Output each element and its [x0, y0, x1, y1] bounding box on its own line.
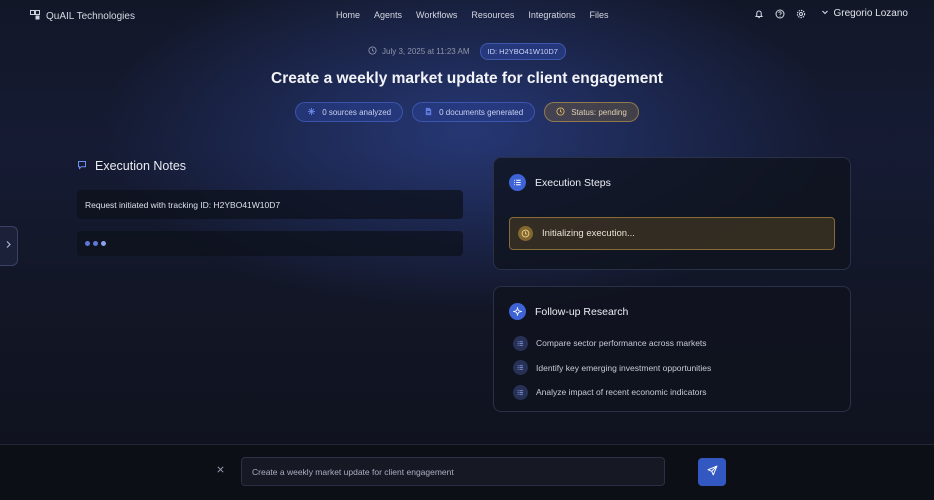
status-badge: Status: pending — [544, 102, 639, 122]
typing-dot — [85, 241, 90, 246]
sources-text: 0 sources analyzed — [322, 107, 392, 117]
status-text: Status: pending — [571, 107, 627, 117]
settings-icon[interactable] — [796, 8, 807, 19]
close-icon[interactable] — [216, 463, 225, 477]
current-step: Initializing execution... — [509, 217, 835, 250]
send-button[interactable] — [698, 458, 726, 486]
steps-heading: Execution Steps — [509, 174, 611, 191]
note-text: Request initiated with tracking ID: H2YB… — [85, 199, 281, 210]
page-title: Create a weekly market update for client… — [271, 70, 663, 87]
send-icon — [707, 463, 718, 481]
typing-dot — [93, 241, 98, 246]
nav-actions: Gregorio Lozano — [754, 8, 909, 19]
note-item: Request initiated with tracking ID: H2YB… — [77, 190, 463, 219]
typing-indicator — [77, 231, 463, 256]
nav-link-workflows[interactable]: Workflows — [416, 10, 457, 20]
followup-title: Follow-up Research — [535, 305, 629, 318]
date-text: July 3, 2025 at 11:23 AM — [382, 47, 470, 56]
user-name: Gregorio Lozano — [833, 8, 909, 19]
sidebar-toggle[interactable] — [0, 226, 18, 266]
task-id-badge: ID: H2YBO41W10D7 — [479, 43, 566, 60]
task-date: July 3, 2025 at 11:23 AM — [368, 46, 470, 57]
execution-steps-card: Execution Steps Initializing execution..… — [493, 157, 851, 270]
followup-list: Compare sector performance across market… — [513, 331, 711, 405]
nav-link-home[interactable]: Home — [336, 10, 360, 20]
top-navigation: QuAIL Technologies Home Agents Workflows… — [0, 0, 934, 32]
prompt-text: Create a weekly market update for client… — [252, 466, 454, 477]
nav-link-agents[interactable]: Agents — [374, 10, 402, 20]
followup-item[interactable]: Identify key emerging investment opportu… — [513, 356, 711, 381]
brand-name: QuAIL Technologies — [46, 11, 135, 22]
sources-icon — [307, 107, 316, 118]
logo-icon — [30, 10, 40, 23]
clock-icon — [368, 46, 377, 57]
task-meta: July 3, 2025 at 11:23 AM ID: H2YBO41W10D… — [0, 43, 934, 60]
prompt-input[interactable]: Create a weekly market update for client… — [241, 457, 665, 486]
list-icon — [513, 384, 528, 400]
followup-item[interactable]: Compare sector performance across market… — [513, 331, 711, 356]
nav-link-integrations[interactable]: Integrations — [528, 10, 575, 20]
chat-icon — [77, 159, 87, 173]
chevron-right-icon — [5, 240, 12, 252]
documents-badge: 0 documents generated — [412, 102, 536, 122]
followup-text: Identify key emerging investment opportu… — [536, 362, 712, 373]
brand[interactable]: QuAIL Technologies — [30, 10, 135, 23]
clock-icon — [518, 226, 533, 241]
nav-link-files[interactable]: Files — [589, 10, 608, 20]
steps-title: Execution Steps — [535, 176, 611, 189]
sparkle-icon — [509, 303, 526, 320]
documents-text: 0 documents generated — [439, 107, 524, 117]
notes-heading: Execution Notes — [77, 159, 186, 173]
help-icon[interactable] — [775, 8, 786, 19]
sources-badge: 0 sources analyzed — [295, 102, 404, 122]
chevron-down-icon — [821, 8, 829, 19]
clock-icon — [556, 106, 565, 118]
notes-title: Execution Notes — [95, 159, 187, 173]
nav-link-resources[interactable]: Resources — [471, 10, 514, 20]
list-icon — [513, 335, 528, 351]
followup-text: Compare sector performance across market… — [536, 338, 707, 349]
typing-dot — [101, 241, 106, 246]
nav-links: Home Agents Workflows Resources Integrat… — [336, 10, 622, 20]
user-menu[interactable]: Gregorio Lozano — [821, 8, 909, 19]
followup-item[interactable]: Analyze impact of recent economic indica… — [513, 380, 711, 405]
document-icon — [424, 107, 433, 118]
bell-icon[interactable] — [754, 8, 765, 19]
followup-card: Follow-up Research Compare sector perfor… — [493, 286, 851, 412]
list-icon — [509, 174, 526, 191]
followup-text: Analyze impact of recent economic indica… — [536, 387, 707, 398]
current-step-text: Initializing execution... — [542, 228, 635, 239]
list-icon — [513, 360, 528, 376]
stats-row: 0 sources analyzed 0 documents generated… — [0, 102, 934, 122]
followup-heading: Follow-up Research — [509, 303, 628, 320]
